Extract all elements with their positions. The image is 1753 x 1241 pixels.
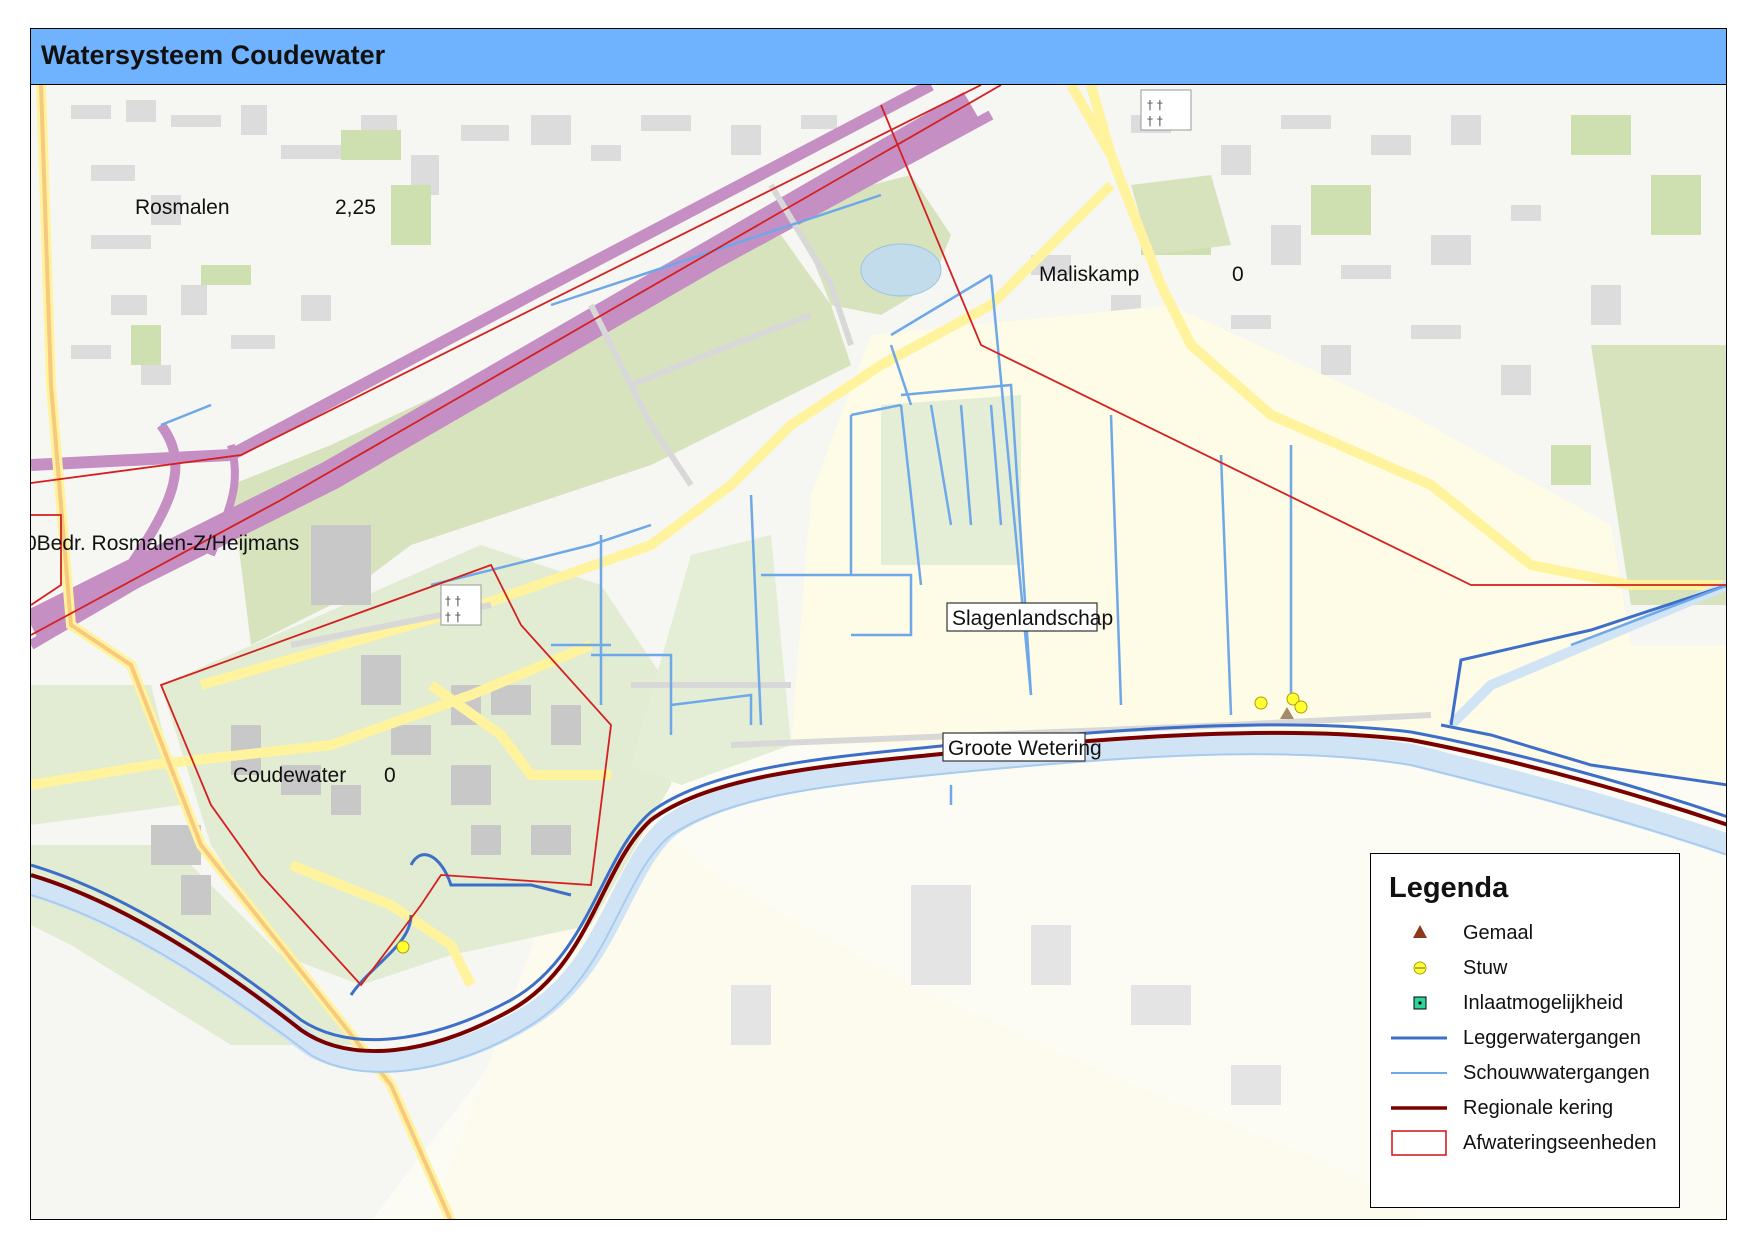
- legend-item-stuw: Stuw: [1371, 953, 1679, 983]
- legend-title: Legenda: [1389, 872, 1509, 904]
- inlet-icon: [1413, 996, 1427, 1010]
- triangle-icon: [1413, 925, 1427, 938]
- label-rosmalen-value: 2,25: [335, 196, 376, 219]
- polygon-icon: [1391, 1130, 1447, 1156]
- label-groote-wetering-box: Groote Wetering: [942, 732, 1102, 762]
- legend-item-afwateringseenheden: Afwateringseenheden: [1371, 1128, 1679, 1158]
- svg-text:† †: † †: [445, 594, 461, 608]
- label-slagenlandschap-box: Slagenlandschap: [946, 602, 1113, 632]
- label-groote-wetering: Groote Wetering: [948, 737, 1102, 760]
- label-maliskamp: Maliskamp: [1039, 263, 1139, 286]
- svg-text:† †: † †: [1147, 114, 1163, 128]
- legend-item-schouwwatergangen: Schouwwatergangen: [1371, 1058, 1679, 1088]
- weir-icon: [1413, 961, 1427, 975]
- label-bedr-rosmalen: 0Bedr. Rosmalen-Z/Heijmans: [31, 532, 299, 555]
- label-rosmalen: Rosmalen: [135, 196, 230, 219]
- label-slagenlandschap: Slagenlandschap: [952, 607, 1113, 630]
- legend-item-leggerwatergangen: Leggerwatergangen: [1371, 1023, 1679, 1053]
- label-coudewater-value: 0: [384, 764, 396, 787]
- legend-item-inlaat: Inlaatmogelijkheid: [1371, 988, 1679, 1018]
- map-title: Watersysteem Coudewater: [41, 40, 386, 70]
- map-frame: Watersysteem Coudewater † † † † † † † † …: [30, 28, 1727, 1220]
- pond: [860, 243, 942, 297]
- label-coudewater: Coudewater: [233, 764, 346, 787]
- legend-panel: Legenda Gemaal Stuw Inlaatmogelijkheid L…: [1370, 853, 1680, 1208]
- svg-text:† †: † †: [1147, 98, 1163, 112]
- line-icon: [1391, 1072, 1447, 1074]
- cemetery-coudewater: † † † †: [440, 584, 482, 626]
- line-icon: [1391, 1106, 1447, 1110]
- line-icon: [1391, 1036, 1447, 1040]
- legend-item-regionale-kering: Regionale kering: [1371, 1093, 1679, 1123]
- label-maliskamp-value: 0: [1232, 263, 1244, 286]
- svg-text:† †: † †: [445, 610, 461, 624]
- legend-item-gemaal: Gemaal: [1371, 918, 1679, 948]
- title-bar: Watersysteem Coudewater: [31, 29, 1726, 85]
- cemetery-maliskamp: † † † †: [1140, 89, 1192, 131]
